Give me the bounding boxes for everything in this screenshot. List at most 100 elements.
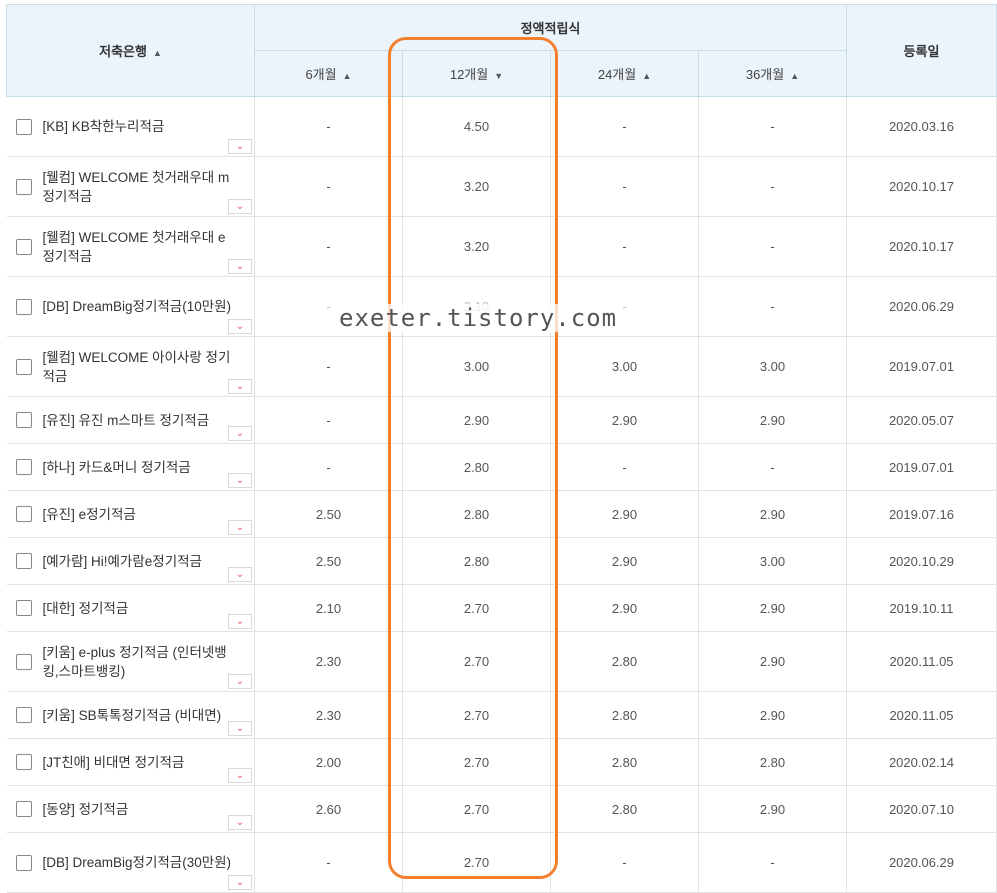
- product-name: [웰컴] WELCOME 첫거래우대 m정기적금: [42, 169, 230, 204]
- sort-up-icon[interactable]: ▲: [343, 71, 352, 81]
- rate-m6: 2.60: [254, 785, 403, 833]
- month-6-label: 6개월: [305, 67, 337, 82]
- chevron-down-icon[interactable]: ⌄: [228, 259, 252, 274]
- table-row: [예가람] Hi!예가람e정기적금 ⌄ 2.50 2.80 2.90 3.00 2020.1…: [6, 537, 997, 585]
- product-name: [예가람] Hi!예가람e정기적금: [42, 553, 202, 569]
- select-checkbox[interactable]: [15, 754, 32, 770]
- product-cell: [유진] 유진 m스마트 정기적금 ⌄: [6, 396, 255, 444]
- product-cell: [KB] KB착한누리적금 ⌄: [6, 96, 255, 157]
- select-checkbox[interactable]: [15, 459, 32, 475]
- rate-m24: -: [550, 276, 699, 337]
- registered-date: 2020.05.07: [846, 396, 997, 444]
- rate-m12: 3.10: [402, 276, 551, 337]
- month-12-label: 12개월: [449, 67, 489, 82]
- chevron-down-icon[interactable]: ⌄: [228, 426, 252, 441]
- select-checkbox[interactable]: [15, 412, 32, 428]
- product-cell: [DB] DreamBig정기적금(30만원) ⌄: [6, 832, 255, 893]
- rate-m36: -: [698, 156, 847, 217]
- chevron-down-icon[interactable]: ⌄: [228, 768, 252, 783]
- select-checkbox[interactable]: [15, 600, 32, 616]
- rate-m12: 2.90: [402, 396, 551, 444]
- chevron-down-icon[interactable]: ⌄: [228, 567, 252, 582]
- registered-date: 2019.07.01: [846, 336, 997, 397]
- sort-up-icon[interactable]: ▲: [642, 71, 651, 81]
- chevron-down-icon[interactable]: ⌄: [228, 520, 252, 535]
- rate-m12: 3.20: [402, 156, 551, 217]
- rate-m36: 3.00: [698, 537, 847, 585]
- sort-up-icon[interactable]: ▲: [790, 71, 799, 81]
- product-cell: [웰컴] WELCOME 아이사랑 정기적금 ⌄: [6, 336, 255, 397]
- rate-m24: 2.90: [550, 584, 699, 632]
- registered-date: 2019.10.11: [846, 584, 997, 632]
- select-checkbox[interactable]: [15, 178, 32, 195]
- rate-m6: -: [254, 276, 403, 337]
- rate-m36: 2.90: [698, 490, 847, 538]
- rate-m6: -: [254, 156, 403, 217]
- sort-down-icon[interactable]: ▼: [494, 71, 503, 81]
- table-row: [웰컴] WELCOME 아이사랑 정기적금 ⌄ -3.00 3.00 3.00 2019…: [6, 336, 997, 397]
- table-row: [DB] DreamBig정기적금(30만원) ⌄ -2.70- -2020.06.2…: [6, 832, 997, 893]
- product-name: [키움] e-plus 정기적금 (인터넷뱅킹,스마트뱅킹): [42, 644, 227, 679]
- rate-m24: 2.80: [550, 785, 699, 833]
- product-name: [동양] 정기적금: [42, 801, 129, 817]
- select-checkbox[interactable]: [15, 854, 32, 871]
- product-cell: [JT친애] 비대면 정기적금 ⌄: [6, 738, 255, 786]
- product-cell: [웰컴] WELCOME 첫거래우대 m정기적금 ⌄: [6, 156, 255, 217]
- product-cell: [키움] SB톡톡정기적금 (비대면) ⌄: [6, 691, 255, 739]
- month-36-header[interactable]: 36개월 ▲: [698, 50, 847, 97]
- chevron-down-icon[interactable]: ⌄: [228, 674, 252, 689]
- chevron-down-icon[interactable]: ⌄: [228, 199, 252, 214]
- table-row: [유진] 유진 m스마트 정기적금 ⌄ -2.90 2.90 2.90 2020.05.0…: [6, 396, 997, 444]
- registered-date: 2020.11.05: [846, 691, 997, 739]
- rate-m12: 2.70: [402, 785, 551, 833]
- select-checkbox[interactable]: [15, 553, 32, 569]
- registered-date: 2020.06.29: [846, 276, 997, 337]
- rate-m36: -: [698, 96, 847, 157]
- select-checkbox[interactable]: [15, 801, 32, 817]
- rate-m36: 2.80: [698, 738, 847, 786]
- product-name: [유진] 유진 m스마트 정기적금: [42, 412, 210, 428]
- rate-m6: 2.00: [254, 738, 403, 786]
- product-cell: [키움] e-plus 정기적금 (인터넷뱅킹,스마트뱅킹) ⌄: [6, 631, 255, 692]
- month-12-header[interactable]: 12개월 ▼: [402, 50, 551, 97]
- rate-m12: 2.70: [402, 584, 551, 632]
- rate-m6: 2.50: [254, 490, 403, 538]
- bank-column-header[interactable]: 저축은행 ▲: [6, 4, 255, 97]
- chevron-down-icon[interactable]: ⌄: [228, 139, 252, 154]
- registered-date: 2020.11.05: [846, 631, 997, 692]
- chevron-down-icon[interactable]: ⌄: [228, 379, 252, 394]
- rate-m12: 2.70: [402, 832, 551, 893]
- registered-date: 2019.07.16: [846, 490, 997, 538]
- select-checkbox[interactable]: [15, 506, 32, 522]
- rate-m24: -: [550, 443, 699, 491]
- registered-date: 2020.02.14: [846, 738, 997, 786]
- select-checkbox[interactable]: [15, 238, 32, 255]
- table-row: [웰컴] WELCOME 첫거래우대 m정기적금 ⌄ -3.20- -2020.10.…: [6, 156, 997, 217]
- product-cell: [DB] DreamBig정기적금(10만원) ⌄: [6, 276, 255, 337]
- select-checkbox[interactable]: [15, 118, 32, 135]
- table-row: [동양] 정기적금 ⌄ 2.60 2.70 2.80 2.90 2020.07.10: [6, 785, 997, 833]
- month-6-header[interactable]: 6개월 ▲: [254, 50, 403, 97]
- rate-m24: -: [550, 96, 699, 157]
- select-checkbox[interactable]: [15, 298, 32, 315]
- chevron-down-icon[interactable]: ⌄: [228, 721, 252, 736]
- select-checkbox[interactable]: [15, 707, 32, 723]
- rate-m36: 2.90: [698, 785, 847, 833]
- rate-m6: 2.10: [254, 584, 403, 632]
- chevron-down-icon[interactable]: ⌄: [228, 319, 252, 334]
- chevron-down-icon[interactable]: ⌄: [228, 473, 252, 488]
- date-column-header: 등록일: [846, 4, 997, 97]
- rate-m12: 2.80: [402, 443, 551, 491]
- chevron-down-icon[interactable]: ⌄: [228, 815, 252, 830]
- month-24-label: 24개월: [597, 67, 637, 82]
- select-checkbox[interactable]: [15, 653, 32, 670]
- rate-m24: 3.00: [550, 336, 699, 397]
- month-24-header[interactable]: 24개월 ▲: [550, 50, 699, 97]
- rate-m6: -: [254, 396, 403, 444]
- select-checkbox[interactable]: [15, 358, 32, 375]
- product-cell: [예가람] Hi!예가람e정기적금 ⌄: [6, 537, 255, 585]
- sort-up-icon[interactable]: ▲: [153, 48, 162, 58]
- chevron-down-icon[interactable]: ⌄: [228, 614, 252, 629]
- registered-date: 2020.07.10: [846, 785, 997, 833]
- product-name: [JT친애] 비대면 정기적금: [42, 754, 185, 770]
